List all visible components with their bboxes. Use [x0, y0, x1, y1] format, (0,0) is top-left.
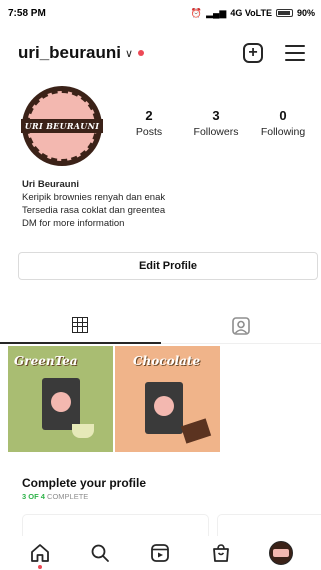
shop-icon	[212, 544, 229, 562]
signal-icon: ▂▄▆	[206, 7, 227, 18]
nav-reels[interactable]	[145, 538, 175, 568]
profile-bio: Uri Beurauni Keripik brownies renyah dan…	[22, 178, 165, 230]
avatar-logo-text: URI BEURAUNI	[20, 119, 104, 133]
tea-cup-image	[72, 424, 94, 438]
battery-icon	[275, 9, 293, 17]
complete-profile-progress: 3 OF 4 COMPLETE	[22, 492, 88, 501]
bio-line: Tersedia rasa coklat dan greentea	[22, 205, 166, 216]
product-pack-image	[145, 382, 183, 434]
menu-icon[interactable]	[285, 45, 305, 61]
grid-icon	[72, 317, 89, 333]
alarm-icon: ⏰	[190, 7, 203, 18]
home-icon	[31, 544, 49, 562]
edit-profile-button[interactable]: Edit Profile	[18, 252, 318, 280]
post-thumbnail[interactable]: GreenTea	[8, 346, 113, 452]
post-title: Chocolate	[133, 354, 201, 368]
status-time: 7:58 PM	[8, 7, 46, 19]
bio-line: DM for more information	[22, 218, 125, 229]
tab-posts-grid[interactable]	[0, 308, 161, 344]
bio-line: Keripik brownies renyah dan enak	[22, 192, 166, 203]
username[interactable]: uri_beurauni	[18, 43, 121, 63]
nav-search[interactable]	[85, 538, 115, 568]
profile-avatar-icon	[268, 541, 293, 565]
search-icon	[91, 544, 110, 562]
stat-posts[interactable]: 2 Posts	[118, 108, 180, 138]
stat-following[interactable]: 0 Following	[252, 108, 314, 138]
notification-dot	[138, 50, 145, 56]
tagged-icon	[231, 316, 250, 335]
profile-stats: 2 Posts 3 Followers 0 Following	[118, 108, 314, 138]
stat-followers-label: Followers	[193, 126, 239, 138]
profile-tabs	[0, 308, 321, 344]
create-post-icon[interactable]: +	[243, 43, 263, 63]
status-bar: 7:58 PM ⏰ ▂▄▆ 4G VoLTE 90%	[0, 0, 321, 26]
tab-tagged[interactable]	[160, 308, 321, 344]
bottom-navigation	[0, 536, 321, 570]
product-pack-image	[42, 378, 80, 430]
progress-word: COMPLETE	[47, 492, 89, 501]
post-thumbnail[interactable]: Chocolate	[115, 346, 220, 452]
chocolate-bar-image	[180, 418, 212, 444]
post-title: GreenTea	[14, 354, 78, 368]
reels-icon	[151, 544, 170, 562]
nav-home[interactable]	[25, 538, 55, 569]
profile-header: uri_beurauni ∨ +	[0, 38, 321, 68]
progress-count: 3 OF 4	[22, 492, 45, 501]
bio-name: Uri Beurauni	[22, 179, 80, 190]
stat-posts-label: Posts	[135, 126, 163, 138]
stat-followers-count: 3	[212, 108, 220, 123]
battery-label: 90%	[296, 8, 315, 18]
stat-following-count: 0	[279, 108, 287, 123]
stat-followers[interactable]: 3 Followers	[185, 108, 247, 138]
notification-dot	[38, 565, 43, 569]
stat-posts-count: 2	[145, 108, 153, 123]
stat-following-label: Following	[260, 126, 306, 138]
network-label: 4G VoLTE	[230, 8, 272, 18]
nav-profile[interactable]	[266, 538, 296, 568]
complete-profile-title: Complete your profile	[22, 476, 147, 490]
nav-shop[interactable]	[206, 538, 236, 568]
posts-grid: GreenTea Chocolate	[8, 346, 220, 452]
profile-avatar[interactable]: URI BEURAUNI	[20, 86, 104, 166]
status-icons: ⏰ ▂▄▆ 4G VoLTE 90%	[191, 8, 315, 19]
chevron-down-icon[interactable]: ∨	[125, 47, 133, 60]
